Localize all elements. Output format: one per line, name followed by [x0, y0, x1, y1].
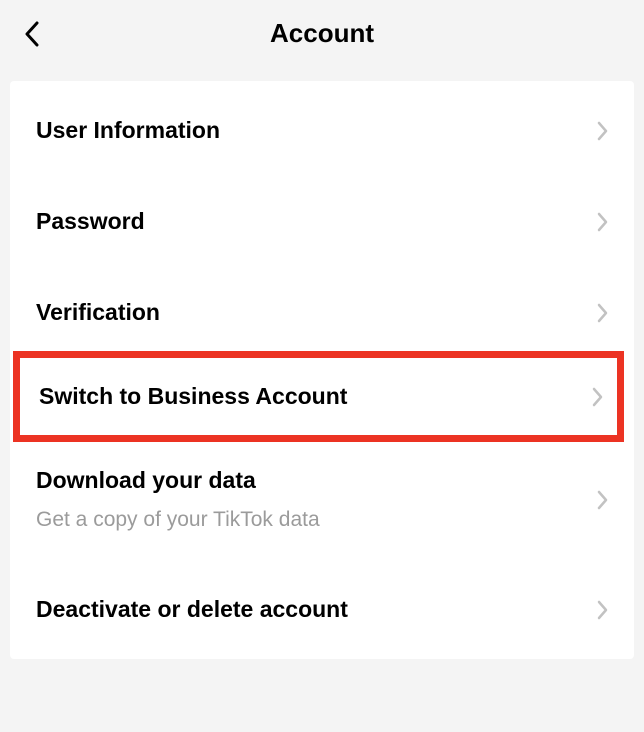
list-item-download-data[interactable]: Download your data Get a copy of your Ti… — [10, 435, 634, 564]
chevron-right-icon — [597, 303, 608, 323]
page-title: Account — [24, 18, 620, 49]
list-item-label: Verification — [36, 299, 160, 325]
list-item-label: User Information — [36, 117, 220, 143]
list-item-password[interactable]: Password — [10, 176, 634, 267]
chevron-right-icon — [597, 212, 608, 232]
list-item-text: Switch to Business Account — [39, 383, 592, 410]
list-item-text: User Information — [36, 117, 597, 144]
list-item-text: Verification — [36, 299, 597, 326]
list-item-label: Deactivate or delete account — [36, 596, 348, 622]
list-item-text: Deactivate or delete account — [36, 596, 597, 623]
list-item-sublabel: Get a copy of your TikTok data — [36, 508, 597, 532]
list-item-verification[interactable]: Verification — [10, 267, 634, 358]
back-button[interactable] — [24, 21, 39, 47]
list-item-label: Password — [36, 208, 145, 234]
list-item-text: Download your data Get a copy of your Ti… — [36, 467, 597, 532]
list-item-text: Password — [36, 208, 597, 235]
list-item-deactivate[interactable]: Deactivate or delete account — [10, 564, 634, 655]
list-item-user-information[interactable]: User Information — [10, 85, 634, 176]
list-item-label: Switch to Business Account — [39, 383, 347, 409]
list-item-label: Download your data — [36, 467, 256, 493]
header: Account — [0, 0, 644, 81]
chevron-left-icon — [24, 21, 39, 47]
settings-card: User Information Password Verification S… — [10, 81, 634, 659]
chevron-right-icon — [597, 600, 608, 620]
chevron-right-icon — [592, 387, 603, 407]
chevron-right-icon — [597, 121, 608, 141]
list-item-switch-business[interactable]: Switch to Business Account — [13, 351, 624, 442]
chevron-right-icon — [597, 490, 608, 510]
